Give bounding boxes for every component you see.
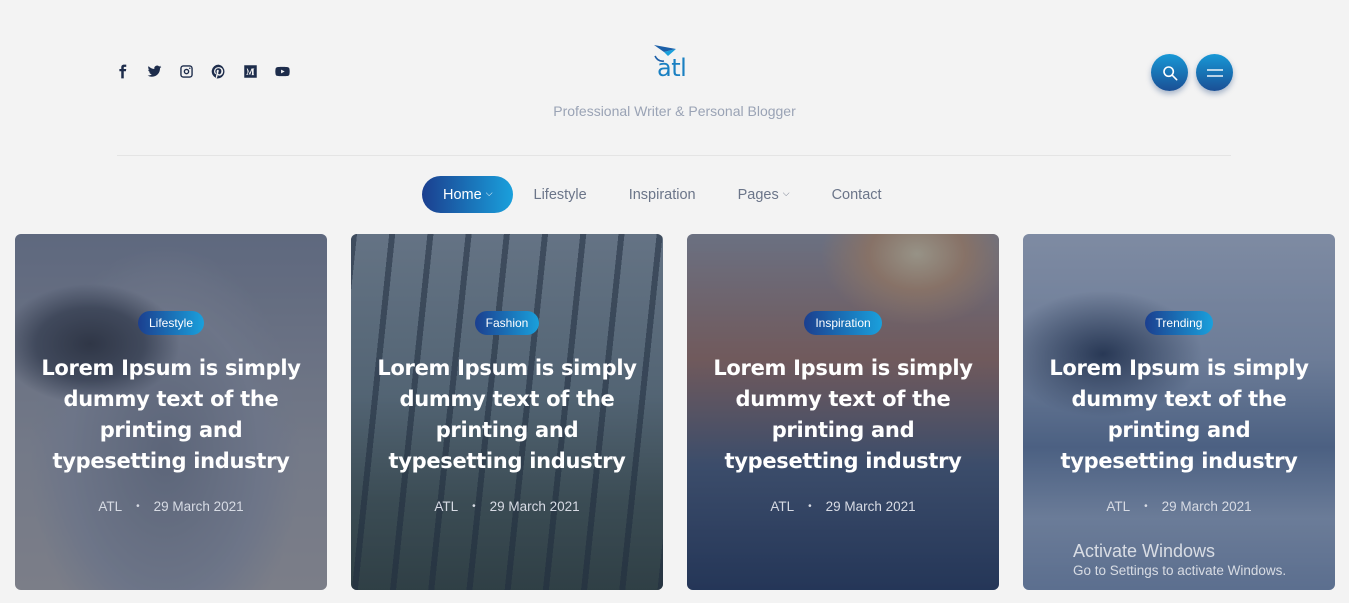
meta-separator: •: [136, 501, 140, 512]
post-title[interactable]: Lorem Ipsum is simply dummy text of the …: [36, 353, 306, 477]
search-button[interactable]: [1151, 54, 1188, 91]
post-card[interactable]: Fashion Lorem Ipsum is simply dummy text…: [351, 234, 663, 590]
main-nav: Home ⌵ Lifestyle Inspiration Pages ⌵ Con…: [422, 176, 903, 213]
nav-item-label: Pages: [737, 186, 779, 203]
post-date: 29 March 2021: [489, 499, 580, 514]
facebook-icon[interactable]: [113, 62, 132, 81]
meta-separator: •: [1144, 501, 1148, 512]
post-date: 29 March 2021: [1161, 499, 1252, 514]
nav-item-label: Lifestyle: [533, 186, 587, 203]
nav-item-lifestyle[interactable]: Lifestyle: [513, 176, 608, 213]
post-title[interactable]: Lorem Ipsum is simply dummy text of the …: [1044, 353, 1314, 477]
twitter-icon[interactable]: [145, 62, 164, 81]
nav-item-label: Contact: [831, 186, 882, 203]
nav-item-contact[interactable]: Contact: [811, 176, 903, 213]
medium-icon[interactable]: [241, 62, 260, 81]
post-author[interactable]: ATL: [770, 499, 794, 514]
meta-separator: •: [808, 501, 812, 512]
page: atl Professional Writer & Personal Blogg…: [0, 0, 1349, 603]
nav-item-home[interactable]: Home ⌵: [422, 176, 513, 213]
header-divider: [117, 155, 1231, 156]
instagram-icon[interactable]: [177, 62, 196, 81]
post-author[interactable]: ATL: [98, 499, 122, 514]
site-logo[interactable]: atl: [648, 42, 696, 82]
menu-button[interactable]: [1196, 54, 1233, 91]
post-author[interactable]: ATL: [1106, 499, 1130, 514]
nav-item-label: Home: [443, 186, 482, 203]
chevron-down-icon: ⌵: [485, 188, 493, 198]
bird-logo-icon: [654, 45, 676, 62]
post-date: 29 March 2021: [153, 499, 244, 514]
post-card[interactable]: Lifestyle Lorem Ipsum is simply dummy te…: [15, 234, 327, 590]
nav-item-label: Inspiration: [628, 186, 696, 203]
category-badge[interactable]: Inspiration: [804, 311, 882, 335]
category-badge[interactable]: Trending: [1144, 311, 1214, 335]
youtube-icon[interactable]: [273, 62, 292, 81]
category-badge[interactable]: Lifestyle: [137, 311, 205, 335]
social-links: [113, 62, 292, 81]
nav-item-pages[interactable]: Pages ⌵: [717, 176, 811, 213]
post-card[interactable]: Trending Lorem Ipsum is simply dummy tex…: [1023, 234, 1335, 590]
post-card[interactable]: Inspiration Lorem Ipsum is simply dummy …: [687, 234, 999, 590]
post-meta: ATL • 29 March 2021: [687, 499, 999, 514]
hamburger-icon: [1206, 68, 1223, 77]
post-title[interactable]: Lorem Ipsum is simply dummy text of the …: [708, 353, 978, 477]
category-badge[interactable]: Fashion: [474, 311, 540, 335]
chevron-down-icon: ⌵: [782, 188, 790, 198]
post-date: 29 March 2021: [825, 499, 916, 514]
post-meta: ATL • 29 March 2021: [15, 499, 327, 514]
site-tagline: Professional Writer & Personal Blogger: [553, 103, 796, 119]
nav-item-inspiration[interactable]: Inspiration: [608, 176, 717, 213]
search-icon: [1162, 65, 1177, 80]
meta-separator: •: [472, 501, 476, 512]
post-meta: ATL • 29 March 2021: [1023, 499, 1335, 514]
post-author[interactable]: ATL: [434, 499, 458, 514]
post-title[interactable]: Lorem Ipsum is simply dummy text of the …: [372, 353, 642, 477]
post-meta: ATL • 29 March 2021: [351, 499, 663, 514]
pinterest-icon[interactable]: [209, 62, 228, 81]
